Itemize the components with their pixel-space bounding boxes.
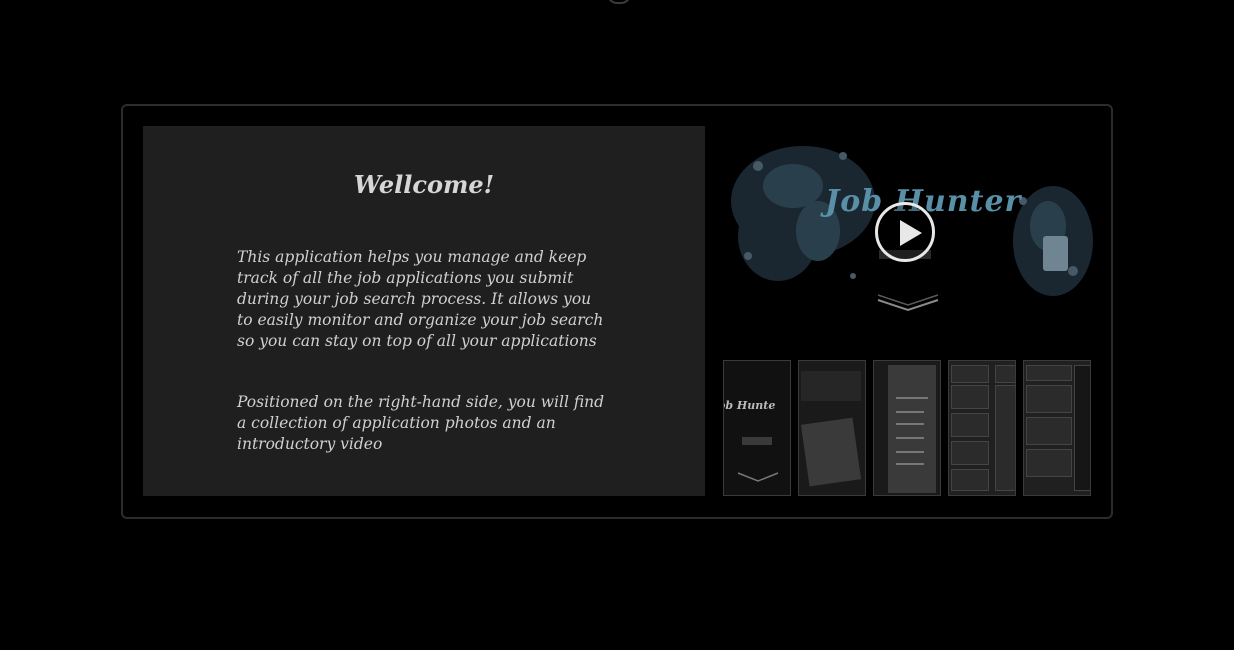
thumb-line — [896, 437, 924, 439]
thumb-card — [1026, 385, 1072, 413]
thumb-header — [951, 365, 989, 383]
intro-card: Wellcome! This application helps you man… — [121, 104, 1113, 519]
intro-paragraph-gallery-hint: Positioned on the right-hand side, you w… — [237, 393, 605, 453]
thumb-line — [896, 397, 928, 399]
loading-spinner-icon — [607, 0, 631, 4]
thumb-brand-text: ob Hunte — [723, 399, 776, 412]
thumb-paper — [800, 417, 862, 487]
thumb-card — [1026, 449, 1072, 477]
thumb-header — [995, 365, 1015, 383]
thumb-line — [896, 411, 924, 413]
thumb-card — [951, 469, 989, 491]
intro-text-panel: Wellcome! This application helps you man… — [143, 126, 705, 496]
intro-title: Wellcome! — [353, 170, 495, 199]
thumb-card — [951, 413, 989, 437]
intro-video[interactable]: Job Hunter — [723, 126, 1093, 326]
gallery-thumb-4[interactable] — [948, 360, 1016, 496]
thumb-line — [896, 423, 924, 425]
intro-paragraph-description: This application helps you manage and ke… — [237, 248, 604, 350]
thumb-card — [951, 441, 989, 465]
thumb-button — [742, 437, 772, 445]
chevron-down-icon — [877, 294, 939, 312]
thumb-document — [888, 365, 936, 493]
play-icon[interactable] — [875, 202, 935, 262]
gallery-thumb-5[interactable] — [1023, 360, 1091, 496]
gallery-thumb-3[interactable] — [873, 360, 941, 496]
thumb-line — [896, 451, 924, 453]
thumb-header — [1026, 365, 1072, 381]
thumb-card — [1026, 417, 1072, 445]
thumb-chevron-icon — [737, 472, 779, 482]
thumb-line — [896, 463, 924, 465]
app-photo-gallery: ob Hunte — [723, 360, 1095, 498]
thumb-column — [995, 385, 1015, 491]
thumb-card — [951, 385, 989, 409]
thumb-laptop — [801, 371, 861, 401]
gallery-thumb-2[interactable] — [798, 360, 866, 496]
gallery-thumb-1[interactable]: ob Hunte — [723, 360, 791, 496]
thumb-side-panel — [1074, 365, 1090, 491]
